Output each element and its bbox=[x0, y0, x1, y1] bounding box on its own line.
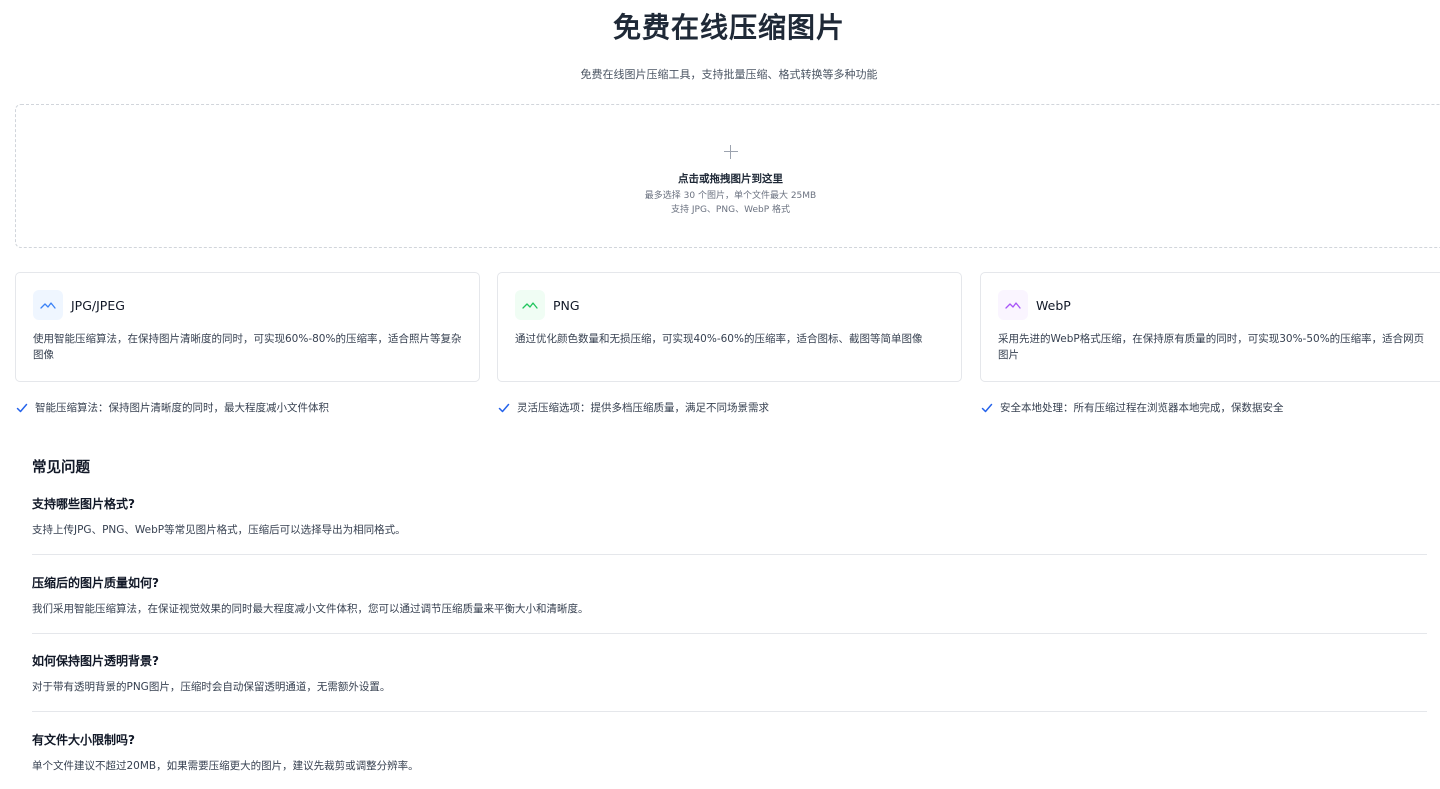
format-name: WebP bbox=[1036, 298, 1071, 313]
feature-text: 智能压缩算法：保持图片清晰度的同时，最大程度减小文件体积 bbox=[35, 402, 329, 414]
faq-answer: 对于带有透明背景的PNG图片，压缩时会自动保留透明通道，无需额外设置。 bbox=[32, 681, 391, 693]
feature-text: 灵活压缩选项：提供多档压缩质量，满足不同场景需求 bbox=[517, 402, 769, 414]
faq-question: 如何保持图片透明背景? bbox=[32, 654, 159, 668]
faq-answer: 支持上传JPG、PNG、WebP等常见图片格式，压缩后可以选择导出为相同格式。 bbox=[32, 524, 406, 536]
feature-local-processing: 安全本地处理：所有压缩过程在浏览器本地完成，保数据安全 bbox=[981, 400, 1284, 415]
feature-smart-compression: 智能压缩算法：保持图片清晰度的同时，最大程度减小文件体积 bbox=[16, 400, 329, 415]
feature-flexible-options: 灵活压缩选项：提供多档压缩质量，满足不同场景需求 bbox=[498, 400, 769, 415]
faq-divider bbox=[32, 554, 1427, 555]
mountain-icon bbox=[998, 290, 1028, 320]
faq-item: 有文件大小限制吗? 单个文件建议不超过20MB，如果需要压缩更大的图片，建议先裁… bbox=[32, 731, 1427, 773]
mountain-icon bbox=[515, 290, 545, 320]
page-title: 免费在线压缩图片 bbox=[612, 11, 845, 44]
mountain-icon bbox=[33, 290, 63, 320]
faq-item: 支持哪些图片格式? 支持上传JPG、PNG、WebP等常见图片格式，压缩后可以选… bbox=[32, 495, 1427, 537]
upload-dropzone[interactable]: 点击或拖拽图片到这里 最多选择 30 个图片，单个文件最大 25MB 支持 JP… bbox=[15, 104, 1440, 248]
format-card-jpg: JPG/JPEG 使用智能压缩算法，在保持图片清晰度的同时，可实现60%-80%… bbox=[15, 272, 480, 382]
faq-question: 支持哪些图片格式? bbox=[32, 497, 135, 511]
faq-heading: 常见问题 bbox=[32, 460, 90, 476]
feature-text: 安全本地处理：所有压缩过程在浏览器本地完成，保数据安全 bbox=[1000, 402, 1284, 414]
check-icon bbox=[981, 403, 993, 412]
format-description: 采用先进的WebP格式压缩，在保持原有质量的同时，可实现30%-50%的压缩率，… bbox=[998, 333, 1425, 361]
format-description: 通过优化颜色数量和无损压缩，可实现40%-60%的压缩率，适合图标、截图等简单图… bbox=[515, 333, 923, 345]
page-subtitle: 免费在线图片压缩工具，支持批量压缩、格式转换等多种功能 bbox=[580, 68, 878, 81]
faq-answer: 单个文件建议不超过20MB，如果需要压缩更大的图片，建议先裁剪或调整分辨率。 bbox=[32, 760, 419, 772]
faq-question: 压缩后的图片质量如何? bbox=[32, 576, 159, 590]
faq-answer: 我们采用智能压缩算法，在保证视觉效果的同时最大程度减小文件体积，您可以通过调节压… bbox=[32, 603, 589, 615]
faq-divider bbox=[32, 711, 1427, 712]
format-description: 使用智能压缩算法，在保持图片清晰度的同时，可实现60%-80%的压缩率，适合照片… bbox=[33, 333, 462, 361]
format-card-png: PNG 通过优化颜色数量和无损压缩，可实现40%-60%的压缩率，适合图标、截图… bbox=[497, 272, 962, 382]
format-name: JPG/JPEG bbox=[71, 298, 125, 313]
upload-limit-hint: 最多选择 30 个图片，单个文件最大 25MB bbox=[644, 191, 817, 201]
format-card-webp: WebP 采用先进的WebP格式压缩，在保持原有质量的同时，可实现30%-50%… bbox=[980, 272, 1440, 382]
upload-format-hint: 支持 JPG、PNG、WebP 格式 bbox=[671, 205, 790, 215]
plus-icon bbox=[724, 145, 738, 159]
faq-item: 如何保持图片透明背景? 对于带有透明背景的PNG图片，压缩时会自动保留透明通道，… bbox=[32, 652, 1427, 694]
check-icon bbox=[498, 403, 510, 412]
faq-question: 有文件大小限制吗? bbox=[32, 733, 135, 747]
faq-item: 压缩后的图片质量如何? 我们采用智能压缩算法，在保证视觉效果的同时最大程度减小文… bbox=[32, 574, 1427, 616]
faq-divider bbox=[32, 633, 1427, 634]
check-icon bbox=[16, 403, 28, 412]
format-name: PNG bbox=[553, 298, 580, 313]
upload-title: 点击或拖拽图片到这里 bbox=[678, 173, 783, 185]
